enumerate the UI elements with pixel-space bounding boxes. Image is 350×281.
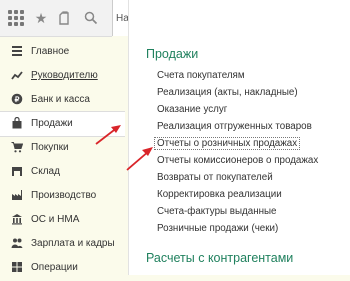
arrow-to-retail-reports: [126, 147, 153, 171]
arrow-to-sales: [95, 125, 121, 145]
annotation-arrows: [95, 125, 153, 171]
